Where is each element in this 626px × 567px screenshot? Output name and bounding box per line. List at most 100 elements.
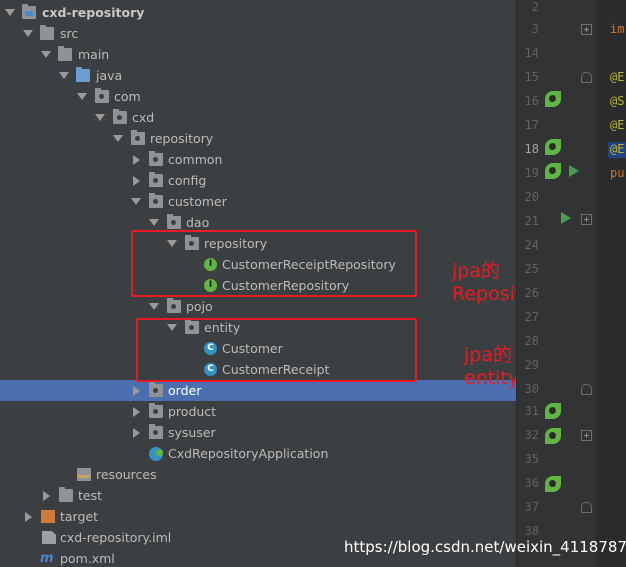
package-label: config [168,173,207,188]
spring-boot-class-icon [149,447,163,461]
file-label: CxdRepositoryApplication [168,446,329,461]
tree-row-repository[interactable]: repository [0,128,516,149]
folder-label: src [60,26,79,41]
package-label: com [114,89,141,104]
line-number: 37 [524,500,539,514]
tree-row-main[interactable]: main [0,44,516,65]
spring-bean-icon[interactable] [545,163,561,179]
expand-arrow[interactable] [58,65,70,86]
tree-row-cxd[interactable]: cxd [0,107,516,128]
collapse-arrow[interactable] [130,380,142,401]
collapse-arrow[interactable] [130,170,142,191]
tree-row-resources[interactable]: resources [0,464,516,485]
tree-row-customer[interactable]: customer [0,191,516,212]
line-number: 17 [524,118,539,132]
spring-bean-icon[interactable] [545,428,561,444]
iml-file-icon [42,531,56,544]
tree-row-test[interactable]: test [0,485,516,506]
tree-row-config[interactable]: config [0,170,516,191]
folder-icon [58,46,72,61]
expand-arrow[interactable] [112,128,124,149]
line-number: 21 [524,214,539,228]
fold-collapse-icon[interactable] [581,384,592,395]
package-label: pojo [186,299,213,314]
line-number: 25 [524,262,539,276]
folder-label: target [60,509,99,524]
expand-arrow[interactable] [94,107,106,128]
line-number: 38 [524,524,539,538]
tree-row-target[interactable]: target [0,506,516,527]
expand-arrow[interactable] [130,191,142,212]
folder-icon [40,25,54,40]
tree-row-src[interactable]: src [0,23,516,44]
collapse-arrow[interactable] [22,506,34,527]
code-annotation: @S [610,94,625,108]
maven-icon: m [40,551,54,566]
line-number: 29 [524,358,539,372]
tree-row-java[interactable]: java [0,65,516,86]
collapse-arrow[interactable] [130,422,142,443]
run-icon[interactable] [561,212,577,228]
package-icon [131,130,145,145]
folder-label: java [96,68,123,83]
package-label: customer [168,194,227,209]
package-label: order [168,383,202,398]
package-icon [167,298,181,313]
line-number: 27 [524,310,539,324]
tree-row-sysuser[interactable]: sysuser [0,422,516,443]
line-number: 20 [524,190,539,204]
line-number: 26 [524,286,539,300]
project-name: cxd-repository [42,5,145,20]
fold-collapse-icon[interactable] [581,72,592,83]
code-editor[interactable]: im @E @S @E @E pu [596,0,626,567]
line-number: 30 [524,382,539,396]
line-number: 35 [524,452,539,466]
code-annotation: @E [610,70,625,84]
expand-arrow[interactable] [22,23,34,44]
expand-arrow[interactable] [4,2,16,23]
entity-annotation: jpa的entity [464,344,516,389]
tree-row-com[interactable]: com [0,86,516,107]
package-icon [113,109,127,124]
file-label: pom.xml [60,551,115,566]
package-label: cxd [132,110,155,125]
file-label: cxd-repository.iml [60,530,172,545]
package-icon [149,193,163,208]
fold-expand-icon[interactable] [581,214,592,225]
collapse-arrow[interactable] [130,149,142,170]
spring-bean-icon[interactable] [545,139,561,155]
tree-row-order[interactable]: order [0,380,516,401]
package-icon [149,403,163,418]
folder-label: resources [96,467,157,482]
tree-row-project[interactable]: cxd-repository [0,2,516,23]
collapse-arrow[interactable] [40,485,52,506]
code-annotation: @E [610,142,625,156]
tree-row-application[interactable]: CxdRepositoryApplication [0,443,516,464]
spring-bean-icon[interactable] [545,403,561,419]
package-label: repository [150,131,214,146]
run-icon[interactable] [569,165,585,181]
package-icon [149,382,163,397]
tree-row-pojo[interactable]: pojo [0,296,516,317]
package-label: product [168,404,217,419]
spring-bean-icon[interactable] [545,476,561,492]
code-annotation: @E [610,118,625,132]
line-number: 32 [524,428,539,442]
line-number: 31 [524,404,539,418]
line-number: 28 [524,334,539,348]
expand-arrow[interactable] [148,296,160,317]
spring-bean-icon[interactable] [545,91,561,107]
expand-arrow[interactable] [76,86,88,107]
line-number: 2 [531,0,539,14]
fold-collapse-icon[interactable] [581,502,592,513]
editor-gutter: 2 3 14 15 16 17 18 19 20 21 24 25 26 27 … [516,0,596,567]
tree-row-product[interactable]: product [0,401,516,422]
repository-annotation: jpa的Repository [452,260,516,305]
package-icon [167,214,181,229]
fold-expand-icon[interactable] [581,430,592,441]
line-number: 3 [531,22,539,36]
tree-row-common[interactable]: common [0,149,516,170]
collapse-arrow[interactable] [130,401,142,422]
expand-arrow[interactable] [40,44,52,65]
fold-expand-icon[interactable] [581,24,592,35]
